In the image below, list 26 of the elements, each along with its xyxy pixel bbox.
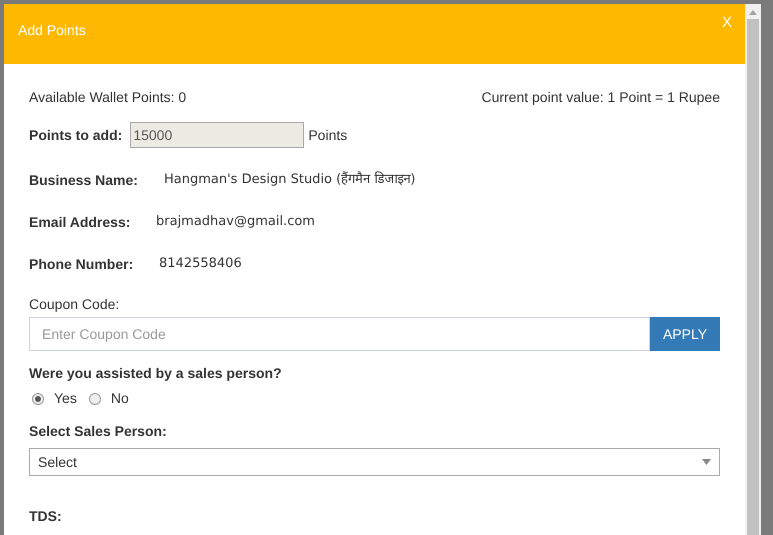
- field-label: Select Sales Person:: [29, 422, 168, 441]
- dialog-title: Add Points: [18, 21, 86, 40]
- scroll-up-icon[interactable]: [749, 10, 757, 15]
- radio-option[interactable]: Yes: [32, 388, 77, 409]
- available-points: Available Wallet Points: 0: [29, 88, 186, 107]
- coupon-input[interactable]: Enter Coupon Code: [29, 317, 650, 351]
- field-value: 8142558406: [159, 255, 242, 274]
- points-unit: Points: [308, 126, 348, 144]
- field-label: TDS:: [29, 507, 63, 526]
- point-value: Current point value: 1 Point = 1 Rupee: [481, 88, 720, 107]
- field-label: Phone Number:: [29, 254, 134, 274]
- field-value: Hangman's Design Studio (हैंगमैन डिजाइन): [164, 170, 416, 190]
- dropdown-caret-icon: [702, 459, 711, 465]
- radio-button[interactable]: [32, 392, 44, 404]
- apply-button[interactable]: APPLY: [650, 317, 720, 351]
- sales-person-select[interactable]: Select: [29, 448, 720, 476]
- field-label: Business Name:: [29, 170, 139, 190]
- radio-option[interactable]: No: [88, 388, 129, 409]
- field-label: Coupon Code:: [29, 295, 120, 314]
- radio-button[interactable]: [88, 392, 101, 404]
- field-label: Points to add:: [29, 126, 122, 144]
- points-input[interactable]: 15000: [130, 122, 304, 148]
- question-label: Were you assisted by a sales person?: [29, 364, 283, 383]
- field-value: brajmadhav@gmail.com: [156, 213, 315, 232]
- field-label: Email Address:: [29, 212, 132, 232]
- scrollbar[interactable]: [745, 4, 761, 535]
